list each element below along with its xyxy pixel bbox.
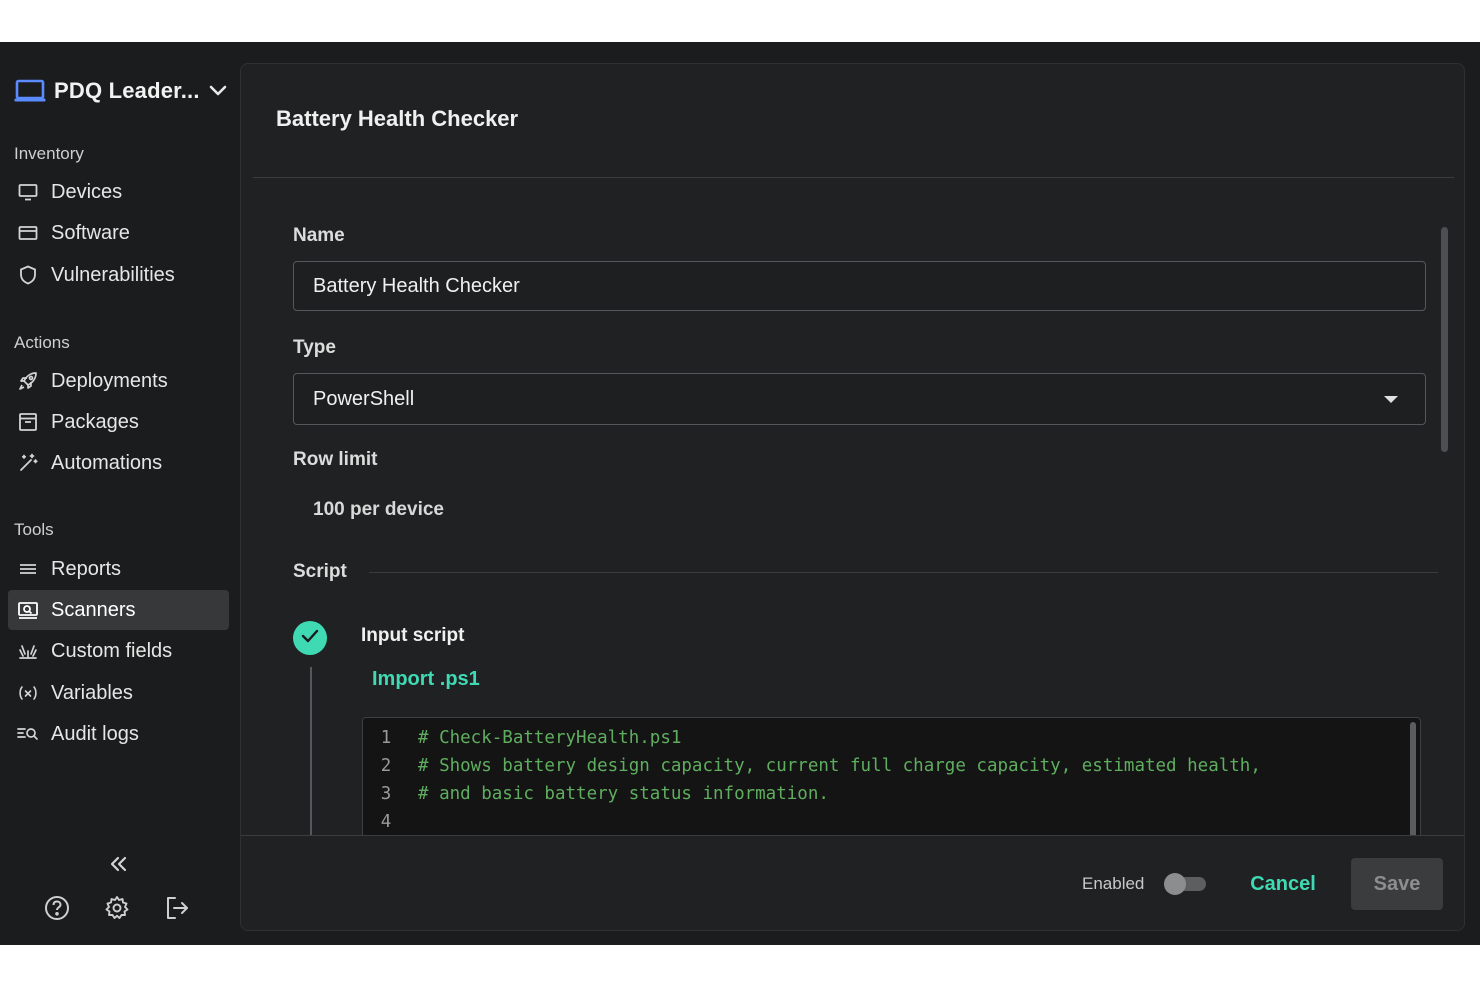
package-icon <box>17 411 39 433</box>
code-line: 3 # and basic battery status information… <box>363 780 829 808</box>
organization-switcher[interactable]: PDQ Leader... <box>14 76 228 106</box>
sidebar-item-scanners[interactable]: Scanners <box>8 590 229 630</box>
help-icon <box>44 895 70 926</box>
caret-down-icon <box>1384 395 1398 403</box>
audit-search-icon <box>17 723 39 745</box>
logout-button[interactable] <box>164 896 190 924</box>
settings-button[interactable] <box>104 895 130 926</box>
page-title: Battery Health Checker <box>276 106 519 131</box>
sidebar-item-label: Devices <box>51 180 123 203</box>
sidebar-item-label: Variables <box>51 681 133 704</box>
script-section-header: Script <box>293 561 1438 583</box>
import-ps1-link[interactable]: Import .ps1 <box>372 668 480 691</box>
step-title: Input script <box>361 625 465 646</box>
sidebar-item-label: Automations <box>51 451 163 474</box>
variable-icon <box>17 682 39 704</box>
sidebar-item-label: Software <box>51 221 130 244</box>
line-number: 4 <box>380 812 392 832</box>
sidebar-item-label: Scanners <box>51 598 136 621</box>
sidebar-item-audit-logs[interactable]: Audit logs <box>8 714 229 754</box>
settings-gear-icon <box>104 895 130 926</box>
organization-name: PDQ Leader... <box>54 78 200 103</box>
step-complete-badge <box>293 621 327 655</box>
checkmark-icon <box>301 629 319 648</box>
laptop-icon <box>14 79 46 103</box>
sidebar-item-label: Reports <box>51 557 122 580</box>
sidebar-item-label: Deployments <box>51 369 168 392</box>
shield-icon <box>17 264 39 286</box>
custom-fields-icon <box>17 640 39 662</box>
row-limit-label: Row limit <box>293 449 378 470</box>
code-line: 2 # Shows battery design capacity, curre… <box>363 752 1261 780</box>
magic-wand-icon <box>17 452 39 474</box>
sidebar: PDQ Leader... Inventory Devices Software… <box>0 42 240 945</box>
type-label: Type <box>293 337 336 358</box>
scanner-icon <box>17 599 39 621</box>
type-select[interactable]: PowerShell <box>293 373 1426 425</box>
code-text: # Shows battery design capacity, current… <box>418 756 1261 776</box>
monitor-icon <box>17 181 39 203</box>
section-label-actions: Actions <box>14 333 70 352</box>
collapse-sidebar-button[interactable] <box>105 852 133 880</box>
help-button[interactable] <box>44 895 70 926</box>
code-line: 4 <box>363 808 418 836</box>
list-icon <box>17 558 39 580</box>
sidebar-item-label: Vulnerabilities <box>51 263 175 286</box>
header-divider <box>253 177 1454 178</box>
sidebar-item-software[interactable]: Software <box>8 213 229 253</box>
name-label: Name <box>293 225 345 246</box>
code-text: # and basic battery status information. <box>418 784 829 804</box>
window-icon <box>17 222 39 244</box>
section-label-tools: Tools <box>14 520 54 539</box>
toggle-knob <box>1164 873 1186 895</box>
sidebar-footer <box>44 895 190 926</box>
sidebar-item-devices[interactable]: Devices <box>8 172 229 212</box>
sidebar-item-variables[interactable]: Variables <box>8 673 229 713</box>
rocket-icon <box>17 370 39 392</box>
section-label-inventory: Inventory <box>14 144 84 163</box>
scanner-edit-panel: Battery Health Checker Name Type PowerSh… <box>240 63 1465 931</box>
step-connector <box>310 667 312 837</box>
line-number: 1 <box>380 728 392 748</box>
code-line: 1 # Check-BatteryHealth.ps1 <box>363 724 682 752</box>
chevron-down-icon <box>208 84 228 98</box>
double-chevron-left-icon <box>109 855 129 878</box>
line-number: 3 <box>380 784 392 804</box>
editor-scrollbar[interactable] <box>1410 722 1416 842</box>
cancel-button[interactable]: Cancel <box>1237 862 1329 906</box>
enabled-toggle[interactable] <box>1164 873 1206 895</box>
sidebar-item-label: Audit logs <box>51 722 139 745</box>
name-input[interactable] <box>293 261 1426 311</box>
script-divider <box>368 571 1438 573</box>
type-select-value: PowerShell <box>313 387 415 410</box>
sidebar-item-automations[interactable]: Automations <box>8 443 229 483</box>
line-number: 2 <box>380 756 392 776</box>
panel-scrollbar[interactable] <box>1441 227 1448 452</box>
sidebar-item-deployments[interactable]: Deployments <box>8 361 229 401</box>
sidebar-item-label: Custom fields <box>51 639 173 662</box>
enabled-label: Enabled <box>1082 874 1145 893</box>
sidebar-item-vulnerabilities[interactable]: Vulnerabilities <box>8 255 229 295</box>
sidebar-item-label: Packages <box>51 410 139 433</box>
code-text: # Check-BatteryHealth.ps1 <box>418 728 682 748</box>
script-label: Script <box>293 561 347 582</box>
save-button[interactable]: Save <box>1351 858 1443 910</box>
script-editor[interactable]: 1 # Check-BatteryHealth.ps1 2 # Shows ba… <box>362 717 1421 847</box>
row-limit-value: 100 per device <box>313 499 444 520</box>
logout-icon <box>164 895 190 926</box>
sidebar-item-custom-fields[interactable]: Custom fields <box>8 631 229 671</box>
sidebar-item-reports[interactable]: Reports <box>8 549 229 589</box>
sidebar-item-packages[interactable]: Packages <box>8 402 229 442</box>
app-window: PDQ Leader... Inventory Devices Software… <box>0 42 1480 945</box>
panel-footer: Enabled Cancel Save <box>241 835 1464 930</box>
